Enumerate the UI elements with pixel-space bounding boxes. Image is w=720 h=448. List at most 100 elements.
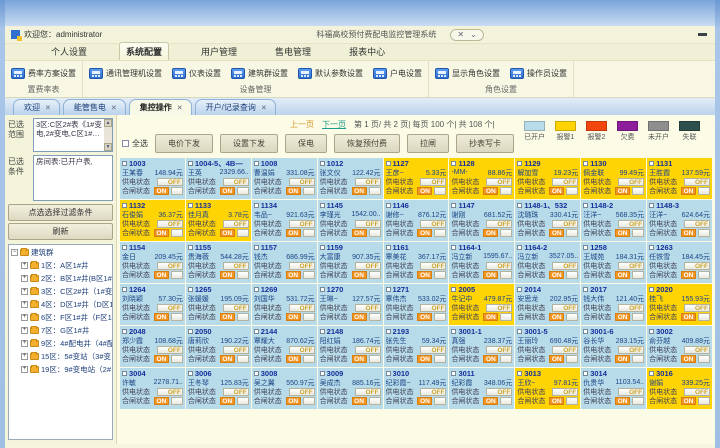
toolbar-button[interactable]: 抄表写卡 — [456, 134, 514, 153]
room-checkbox[interactable] — [649, 329, 654, 334]
listbox-scrollbar[interactable]: ▲ ▼ — [104, 119, 112, 151]
room-card[interactable]: 1159大富康907.35元供电状态OFF合闸状态ON — [318, 242, 383, 283]
room-checkbox[interactable] — [583, 329, 588, 334]
room-card[interactable]: 3001-6谷长华283.15元供电状态OFF合闸状态ON — [581, 326, 646, 367]
ribbon-button[interactable]: 操作员设置 — [510, 68, 567, 79]
room-checkbox[interactable] — [517, 245, 522, 250]
room-checkbox[interactable] — [254, 329, 259, 334]
tree-expand-icon[interactable]: + — [21, 275, 28, 282]
room-card[interactable]: 3006王冬琴125.83元供电状态OFF合闸状态ON — [186, 368, 251, 409]
tab-close-icon[interactable]: ✕ — [177, 104, 183, 112]
room-checkbox[interactable] — [451, 203, 456, 208]
tree-item[interactable]: +1区：A区1#井 — [11, 260, 112, 271]
room-card[interactable]: 1161覃美花367.17元供电状态OFF合闸状态ON — [384, 242, 449, 283]
room-card[interactable]: 1004-5、4B—王英2329.66..供电状态OFF合闸状态ON — [186, 158, 251, 199]
tab-能管售电[interactable]: 能管售电✕ — [63, 99, 126, 115]
menu-item[interactable]: 系统配置 — [119, 42, 169, 60]
room-checkbox[interactable] — [254, 203, 259, 208]
room-checkbox[interactable] — [517, 371, 522, 376]
ribbon-button[interactable]: 费率方案设置 — [11, 68, 76, 79]
room-checkbox[interactable] — [583, 161, 588, 166]
room-card[interactable]: 1258王城苑184.31元供电状态OFF合闸状态ON — [581, 242, 646, 283]
room-card[interactable]: 1012张文仪122.42元供电状态OFF合闸状态ON — [318, 158, 383, 199]
menu-item[interactable]: 个人设置 — [45, 43, 93, 60]
room-card[interactable]: 2017钱大伟121.40元供电状态OFF合闸状态ON — [581, 284, 646, 325]
room-card[interactable]: 1148-2汪洋~568.35元供电状态OFF合闸状态ON — [581, 200, 646, 241]
tree-item[interactable]: +19区：9#变电站（2# — [11, 364, 112, 375]
toolbar-button[interactable]: 电价下发 — [155, 134, 213, 153]
room-checkbox[interactable] — [122, 203, 127, 208]
room-checkbox[interactable] — [649, 245, 654, 250]
room-checkbox[interactable] — [451, 371, 456, 376]
room-card[interactable]: 1148-1、532沈璐珠330.41元供电状态OFF合闸状态ON — [515, 200, 580, 241]
room-checkbox[interactable] — [451, 245, 456, 250]
select-all[interactable]: 全选 — [122, 138, 148, 149]
room-card[interactable]: 1132石俊娟36.37元供电状态OFF合闸状态ON — [120, 200, 185, 241]
room-checkbox[interactable] — [386, 329, 391, 334]
room-checkbox[interactable] — [188, 161, 193, 166]
room-card[interactable]: 1155贵海薇544.28元供电状态OFF合闸状态ON — [186, 242, 251, 283]
room-card[interactable]: 2014安思龙202.95元供电状态OFF合闸状态ON — [515, 284, 580, 325]
toolbar-button[interactable]: 恢复预付费 — [334, 134, 400, 153]
room-checkbox[interactable] — [451, 161, 456, 166]
room-card[interactable]: 3013王欣~97.81元供电状态OFF合闸状态ON — [515, 368, 580, 409]
room-checkbox[interactable] — [320, 245, 325, 250]
room-card[interactable]: 2144覃耀大870.62元供电状态OFF合闸状态ON — [252, 326, 317, 367]
room-checkbox[interactable] — [517, 287, 522, 292]
next-page-link[interactable]: 下一页 — [322, 119, 346, 130]
room-checkbox[interactable] — [188, 329, 193, 334]
tree-root[interactable]: −建筑群 — [11, 247, 112, 258]
ribbon-collapse-control[interactable]: ✕ ⌄ — [450, 29, 483, 41]
room-card[interactable]: 3011纪彩霞348.06元供电状态OFF合闸状态ON — [449, 368, 514, 409]
selected-cond-listbox[interactable]: 房间表:已开户表, — [33, 155, 113, 201]
filter-select-button[interactable]: 点选选择过滤条件 — [8, 204, 113, 221]
room-checkbox[interactable] — [320, 287, 325, 292]
room-checkbox[interactable] — [320, 161, 325, 166]
room-checkbox[interactable] — [583, 245, 588, 250]
toolbar-button[interactable]: 设置下发 — [220, 134, 278, 153]
ribbon-button[interactable]: 建筑群设置 — [231, 68, 288, 79]
room-checkbox[interactable] — [451, 287, 456, 292]
room-card[interactable]: 1271覃伟杰533.02元供电状态OFF合闸状态ON — [384, 284, 449, 325]
room-checkbox[interactable] — [649, 287, 654, 292]
room-card[interactable]: 3004许敏2278.71..供电状态OFF合闸状态ON — [120, 368, 185, 409]
room-card[interactable]: 2005牛记中479.87元供电状态OFF合闸状态ON — [449, 284, 514, 325]
tree-collapse-icon[interactable]: − — [11, 249, 18, 256]
room-card[interactable]: 1264刘晓颖57.30元供电状态OFF合闸状态ON — [120, 284, 185, 325]
room-checkbox[interactable] — [386, 161, 391, 166]
tree-expand-icon[interactable]: + — [21, 288, 28, 295]
room-card[interactable]: 1129解加雪19.23元供电状态OFF合闸状态ON — [515, 158, 580, 199]
room-card[interactable]: 1133佳月真3.78元供电状态OFF合闸状态ON — [186, 200, 251, 241]
room-checkbox[interactable] — [386, 287, 391, 292]
room-checkbox[interactable] — [320, 203, 325, 208]
prev-page-link[interactable]: 上一页 — [290, 119, 314, 130]
room-checkbox[interactable] — [386, 203, 391, 208]
room-card[interactable]: 3001-1真强238.37元供电状态OFF合闸状态ON — [449, 326, 514, 367]
tree-item[interactable]: +4区：D区1#井（D区1 — [11, 299, 112, 310]
room-checkbox[interactable] — [649, 161, 654, 166]
ribbon-button[interactable]: 户电设置 — [373, 68, 422, 79]
tab-close-icon[interactable]: ✕ — [111, 104, 117, 112]
close-icon[interactable]: ✕ — [457, 30, 464, 39]
room-card[interactable]: 2050唐莉欣190.22元供电状态OFF合闸状态ON — [186, 326, 251, 367]
room-card[interactable]: 1128-MM-88.86元供电状态OFF合闸状态ON — [449, 158, 514, 199]
ribbon-button[interactable]: 通讯管理机设置 — [89, 68, 162, 79]
menu-item[interactable]: 售电管理 — [269, 43, 317, 60]
selected-range-listbox[interactable]: 3区:C区2#表《1#变电,2#变电,C区1#… ▲ ▼ — [33, 118, 113, 152]
room-card[interactable]: 1147谢刚681.52元供电状态OFF合闸状态ON — [449, 200, 514, 241]
tree-expand-icon[interactable]: + — [21, 327, 28, 334]
chevron-down-icon[interactable]: ⌄ — [470, 30, 477, 39]
tree-item[interactable]: +9区：4#配电井（4#配 — [11, 338, 112, 349]
room-checkbox[interactable] — [517, 161, 522, 166]
select-all-checkbox[interactable] — [122, 140, 129, 147]
room-checkbox[interactable] — [320, 371, 325, 376]
room-checkbox[interactable] — [122, 161, 127, 166]
room-checkbox[interactable] — [517, 203, 522, 208]
toolbar-button[interactable]: 保电 — [285, 134, 327, 153]
room-checkbox[interactable] — [254, 245, 259, 250]
room-card[interactable]: 1269刘国华531.72元供电状态OFF合闸状态ON — [252, 284, 317, 325]
scroll-up-icon[interactable]: ▲ — [104, 119, 112, 127]
room-card[interactable]: 2020桂飞155.93元供电状态OFF合闸状态ON — [647, 284, 712, 325]
room-checkbox[interactable] — [122, 287, 127, 292]
room-checkbox[interactable] — [649, 203, 654, 208]
